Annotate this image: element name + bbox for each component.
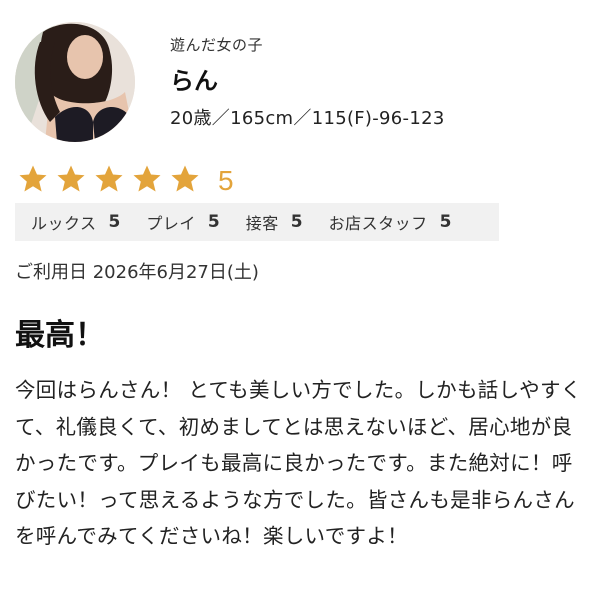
profile-section: 遊んだ女の子 らん 20歳／165cm／115(F)-96-123 (15, 22, 585, 142)
detail-rating-service: 接客 5 (246, 210, 313, 234)
detail-score: 5 (439, 212, 452, 232)
detail-label: プレイ (146, 214, 196, 233)
detail-rating-staff: お店スタッフ 5 (329, 210, 462, 234)
detail-rating-play: プレイ 5 (146, 210, 229, 234)
detail-score: 5 (290, 212, 303, 232)
detail-score: 5 (108, 212, 121, 232)
review-body: 今回はらんさん！ とても美しい方でした。しかも話しやすくて、礼儀良くて、初めまし… (15, 378, 582, 548)
overall-rating: 5 (18, 162, 234, 200)
review-title: 最高！ (15, 318, 105, 353)
detail-ratings-bar: ルックス 5 プレイ 5 接客 5 お店スタッフ 5 (15, 203, 499, 241)
avatar[interactable] (15, 22, 135, 142)
avatar-photo (15, 22, 135, 142)
visit-date: ご利用日 2026年6月27日(土) (15, 262, 259, 283)
girl-stats: 20歳／165cm／115(F)-96-123 (170, 108, 445, 129)
detail-label: ルックス (31, 214, 97, 233)
star-icon (171, 165, 199, 192)
girl-name[interactable]: らん (170, 61, 445, 96)
star-icon (95, 165, 123, 192)
played-girl-label: 遊んだ女の子 (170, 36, 264, 54)
rating-value: 5 (218, 165, 234, 196)
star-icon (19, 165, 47, 192)
star-icon (133, 165, 161, 192)
detail-label: お店スタッフ (328, 214, 428, 233)
star-icon (57, 165, 85, 192)
detail-rating-looks: ルックス 5 (31, 210, 130, 234)
detail-score: 5 (207, 212, 220, 232)
detail-label: 接客 (245, 214, 279, 233)
star-rating (18, 164, 208, 198)
